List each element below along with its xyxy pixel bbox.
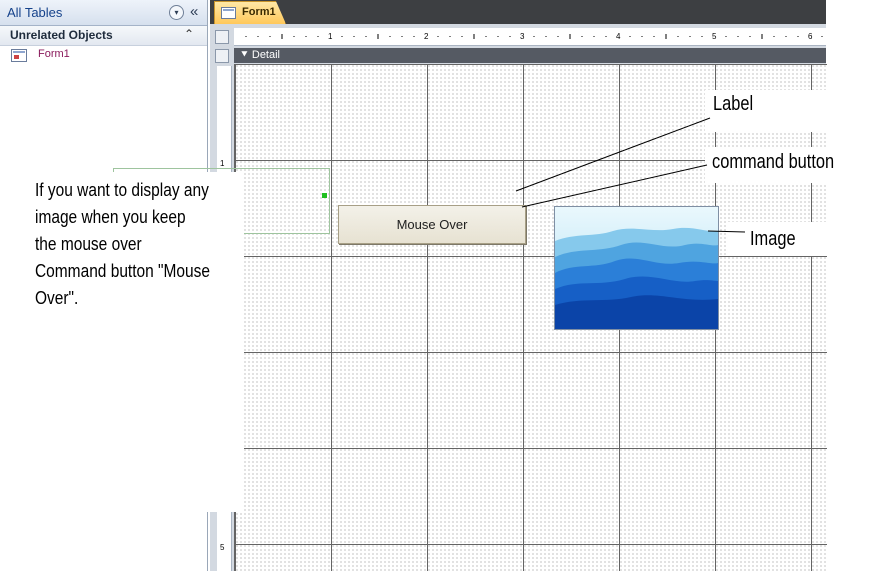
shutter-bar-collapse-icon[interactable]: «: [190, 3, 198, 20]
ruler-number: 3: [520, 32, 525, 41]
tab-label: Form1: [242, 6, 276, 18]
form-selector[interactable]: [215, 30, 229, 44]
form-icon: [11, 49, 27, 62]
ruler-number: 5: [712, 32, 717, 41]
detail-section-grid[interactable]: [234, 64, 827, 571]
detail-section-bar[interactable]: ⯆ Detail: [234, 48, 826, 63]
ruler-number: 2: [424, 32, 429, 41]
command-button-callout: command button: [712, 151, 835, 173]
section-label: ⯆ Detail: [240, 49, 280, 62]
ruler-ticks: [245, 34, 823, 39]
section-expand-icon: ⯆: [240, 49, 249, 61]
section-selector[interactable]: [215, 49, 229, 63]
horizontal-ruler[interactable]: 1 2 3 4 5 6: [234, 28, 826, 46]
ruler-number: 4: [616, 32, 621, 41]
collapse-group-icon[interactable]: ⌃: [184, 27, 194, 41]
mountain-image: [555, 207, 718, 329]
image-callout: Image: [750, 228, 796, 250]
ruler-number: 5: [220, 543, 225, 552]
nav-group-label: Unrelated Objects: [10, 28, 113, 42]
form-icon: [221, 7, 236, 19]
instruction-annotation: If you want to display any image when yo…: [35, 180, 211, 308]
chevron-down-icon[interactable]: ▾: [169, 5, 184, 20]
selection-handle[interactable]: [322, 193, 327, 198]
ruler-number: 1: [220, 159, 225, 168]
ruler-number: 6: [808, 32, 813, 41]
document-tab-bar: Form1: [210, 0, 826, 24]
nav-pane-header[interactable]: All Tables ▾ «: [0, 0, 207, 26]
label-callout: Label: [713, 93, 754, 115]
tab-form1[interactable]: Form1: [214, 1, 286, 24]
ruler-number: 1: [328, 32, 333, 41]
nav-item-label: Form1: [38, 48, 70, 60]
mouse-over-command-button[interactable]: Mouse Over: [338, 205, 526, 244]
nav-group-header[interactable]: Unrelated Objects ⌃: [0, 26, 207, 46]
image-control[interactable]: [554, 206, 719, 330]
nav-pane-title[interactable]: All Tables: [7, 5, 62, 20]
section-name: Detail: [251, 49, 280, 61]
